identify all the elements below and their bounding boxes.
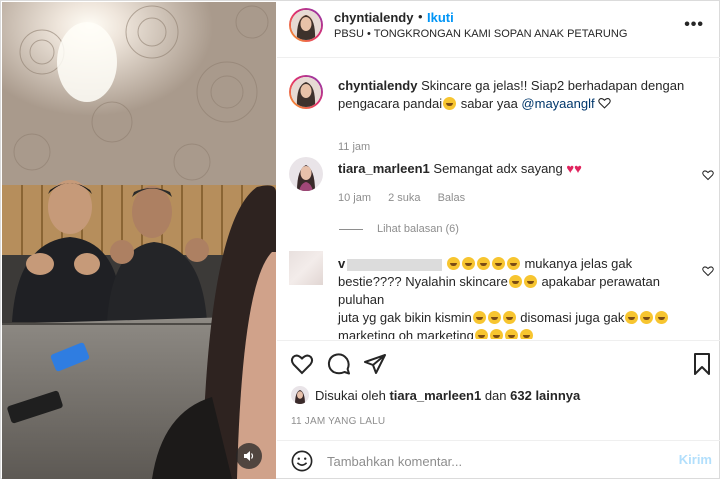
comment-meta: 10 jam 2 suka Balas xyxy=(338,192,479,204)
laugh-emoji-icon xyxy=(504,329,518,339)
emoji-smile-icon[interactable] xyxy=(291,450,313,472)
smile-emoji-icon xyxy=(443,97,457,110)
laugh-emoji-icon xyxy=(472,311,486,324)
redacted-username xyxy=(347,258,443,271)
caption-mention[interactable]: @mayaanglf xyxy=(521,96,594,111)
laugh-emoji-icon xyxy=(487,311,501,324)
comment-text: v mukanya jelas gak bestie???? Nyalahin … xyxy=(338,255,708,339)
comment-body: Semangat adx sayang xyxy=(433,161,563,176)
laugh-emoji-icon xyxy=(474,329,488,339)
mute-button[interactable] xyxy=(236,443,262,469)
comment-body-1: mukanya jelas gak xyxy=(520,256,633,271)
liker-username[interactable]: tiara_marleen1 xyxy=(389,388,481,403)
more-options-icon[interactable]: ••• xyxy=(684,16,704,34)
author-username[interactable]: chyntialendy xyxy=(334,10,413,25)
laugh-emoji-icon xyxy=(655,311,669,324)
laugh-emoji-icon xyxy=(506,257,520,270)
caption-username[interactable]: chyntialendy xyxy=(338,78,417,93)
comment-likes[interactable]: 2 suka xyxy=(388,192,420,204)
caption-text: chyntialendy Skincare ga jelas!! Siap2 b… xyxy=(338,77,698,113)
comment-body-2: bestie???? Nyalahin skincare xyxy=(338,274,508,289)
comment-item: tiara_marleen1 Semangat adx sayang ♥♥ 10… xyxy=(277,155,720,245)
laugh-emoji-icon xyxy=(491,257,505,270)
caption-body-2: sabar yaa xyxy=(457,96,522,111)
laugh-emoji-icon xyxy=(446,257,460,270)
speaker-icon xyxy=(244,451,254,461)
commenter-avatar[interactable] xyxy=(289,157,323,191)
commenter-avatar-blurred[interactable] xyxy=(289,251,323,285)
red-heart-emoji-icon: ♥♥ xyxy=(566,161,582,176)
comment-username[interactable]: tiara_marleen1 xyxy=(338,161,430,176)
caption-time: 11 jam xyxy=(338,141,371,153)
author-avatar[interactable] xyxy=(289,8,323,42)
laugh-emoji-icon xyxy=(476,257,490,270)
post-location[interactable]: PBSU • TONGKRONGAN KAMI SOPAN ANAK PETAR… xyxy=(334,28,627,40)
laugh-emoji-icon xyxy=(625,311,639,324)
post-actions-bar xyxy=(277,340,720,382)
post-dialog: chyntialendy • Ikuti PBSU • TONGKRONGAN … xyxy=(0,0,720,479)
comment-like-heart-icon[interactable] xyxy=(702,169,714,181)
video-frame-image xyxy=(2,2,276,479)
view-replies-button[interactable]: Lihat balasan (6) xyxy=(339,223,459,235)
post-video[interactable] xyxy=(2,2,276,479)
comment-bubble-icon[interactable] xyxy=(327,352,351,376)
caption-avatar[interactable] xyxy=(289,75,323,109)
comments-list[interactable]: chyntialendy Skincare ga jelas!! Siap2 b… xyxy=(277,59,720,339)
comment-item: v mukanya jelas gak bestie???? Nyalahin … xyxy=(277,247,720,339)
white-heart-emoji-icon xyxy=(598,98,611,109)
post-caption: chyntialendy Skincare ga jelas!! Siap2 b… xyxy=(277,73,720,153)
save-bookmark-icon[interactable] xyxy=(690,352,714,376)
laugh-emoji-icon xyxy=(519,329,533,339)
likes-text: Disukai oleh tiara_marleen1 dan 632 lain… xyxy=(315,388,581,403)
comment-text: tiara_marleen1 Semangat adx sayang ♥♥ xyxy=(338,160,698,178)
comment-username-partial[interactable]: v xyxy=(338,256,345,271)
comment-body-4: juta yg gak bikin kismin xyxy=(338,310,472,325)
follow-button[interactable]: Ikuti xyxy=(427,10,454,25)
post-timestamp[interactable]: 11 JAM YANG LALU xyxy=(291,416,385,427)
laugh-emoji-icon xyxy=(461,257,475,270)
liker-avatar[interactable] xyxy=(291,386,309,404)
comment-body-6: marketing oh marketing xyxy=(338,328,474,339)
likes-count[interactable]: 632 lainnya xyxy=(510,388,580,403)
laugh-emoji-icon xyxy=(508,275,522,288)
post-comment-button[interactable]: Kirim xyxy=(679,452,712,467)
header-separator: • xyxy=(418,9,423,24)
post-details-panel: chyntialendy • Ikuti PBSU • TONGKRONGAN … xyxy=(277,2,720,479)
reply-button[interactable]: Balas xyxy=(438,192,466,204)
replies-divider xyxy=(339,228,363,230)
comment-time: 10 jam xyxy=(338,192,372,204)
comment-input[interactable] xyxy=(327,452,647,470)
comment-composer: Kirim xyxy=(277,440,720,479)
laugh-emoji-icon xyxy=(523,275,537,288)
laugh-emoji-icon xyxy=(502,311,516,324)
share-send-icon[interactable] xyxy=(363,352,387,376)
comment-like-heart-icon[interactable] xyxy=(702,265,714,277)
laugh-emoji-icon xyxy=(489,329,503,339)
likes-summary: Disukai oleh tiara_marleen1 dan 632 lain… xyxy=(291,386,711,406)
comment-body-5: disomasi juga gak xyxy=(516,310,625,325)
laugh-emoji-icon xyxy=(640,311,654,324)
like-heart-icon[interactable] xyxy=(290,352,314,376)
post-header: chyntialendy • Ikuti PBSU • TONGKRONGAN … xyxy=(277,2,720,58)
